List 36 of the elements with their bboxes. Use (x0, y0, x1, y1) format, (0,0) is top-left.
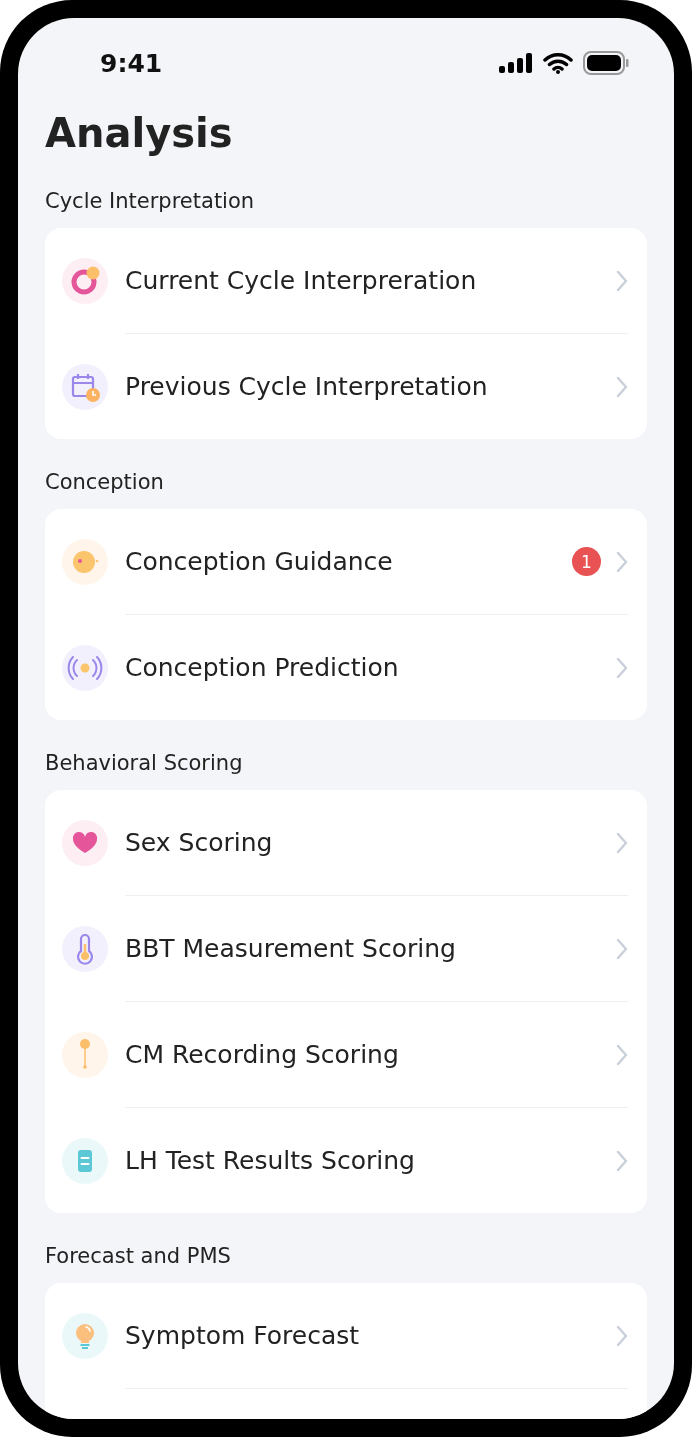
chevron-right-icon (616, 656, 628, 679)
pin-icon (62, 1031, 108, 1078)
menu-item[interactable]: BBT Measurement Scoring (125, 934, 616, 963)
calendar-clock-icon (62, 363, 108, 410)
menu-item[interactable]: CM Recording Scoring (125, 1040, 616, 1069)
menu-item[interactable]: Conception Prediction (125, 653, 616, 682)
chevron-right-icon (616, 937, 628, 960)
ring-icon (62, 257, 108, 304)
menu-item[interactable]: Symptom Forecast (125, 1321, 616, 1350)
cellular-signal-icon (499, 53, 533, 73)
chevron-right-icon (616, 1149, 628, 1172)
thermometer-icon (62, 925, 108, 972)
notification-badge: 1 (572, 547, 601, 576)
chevron-right-icon (616, 550, 628, 573)
chevron-right-icon (616, 831, 628, 854)
section-heading: Conception (45, 469, 165, 495)
light-bulb-icon (62, 1312, 108, 1359)
test-strip-icon (62, 1137, 108, 1184)
section-heading: Behavioral Scoring (45, 750, 244, 776)
wifi-icon (543, 52, 573, 74)
menu-item[interactable]: Current Cycle Interpreration (125, 266, 616, 295)
section-heading: Cycle Interpretation (45, 188, 256, 214)
egg-icon (62, 538, 108, 585)
menu-item[interactable]: Previous Cycle Interpretation (125, 372, 616, 401)
section-heading: Forecast and PMS (45, 1243, 232, 1269)
chevron-right-icon (616, 375, 628, 398)
chevron-right-icon (616, 1043, 628, 1066)
menu-item[interactable]: Sex Scoring (125, 828, 616, 857)
clock-time: 9:41 (100, 48, 163, 78)
menu-item[interactable]: Conception Guidance (125, 547, 572, 576)
menu-item[interactable]: LH Test Results Scoring (125, 1146, 616, 1175)
broadcast-icon (62, 644, 108, 691)
battery-icon (583, 51, 629, 75)
chevron-right-icon (616, 269, 628, 292)
chevron-right-icon (616, 1324, 628, 1347)
page-title: Analysis (45, 109, 234, 158)
